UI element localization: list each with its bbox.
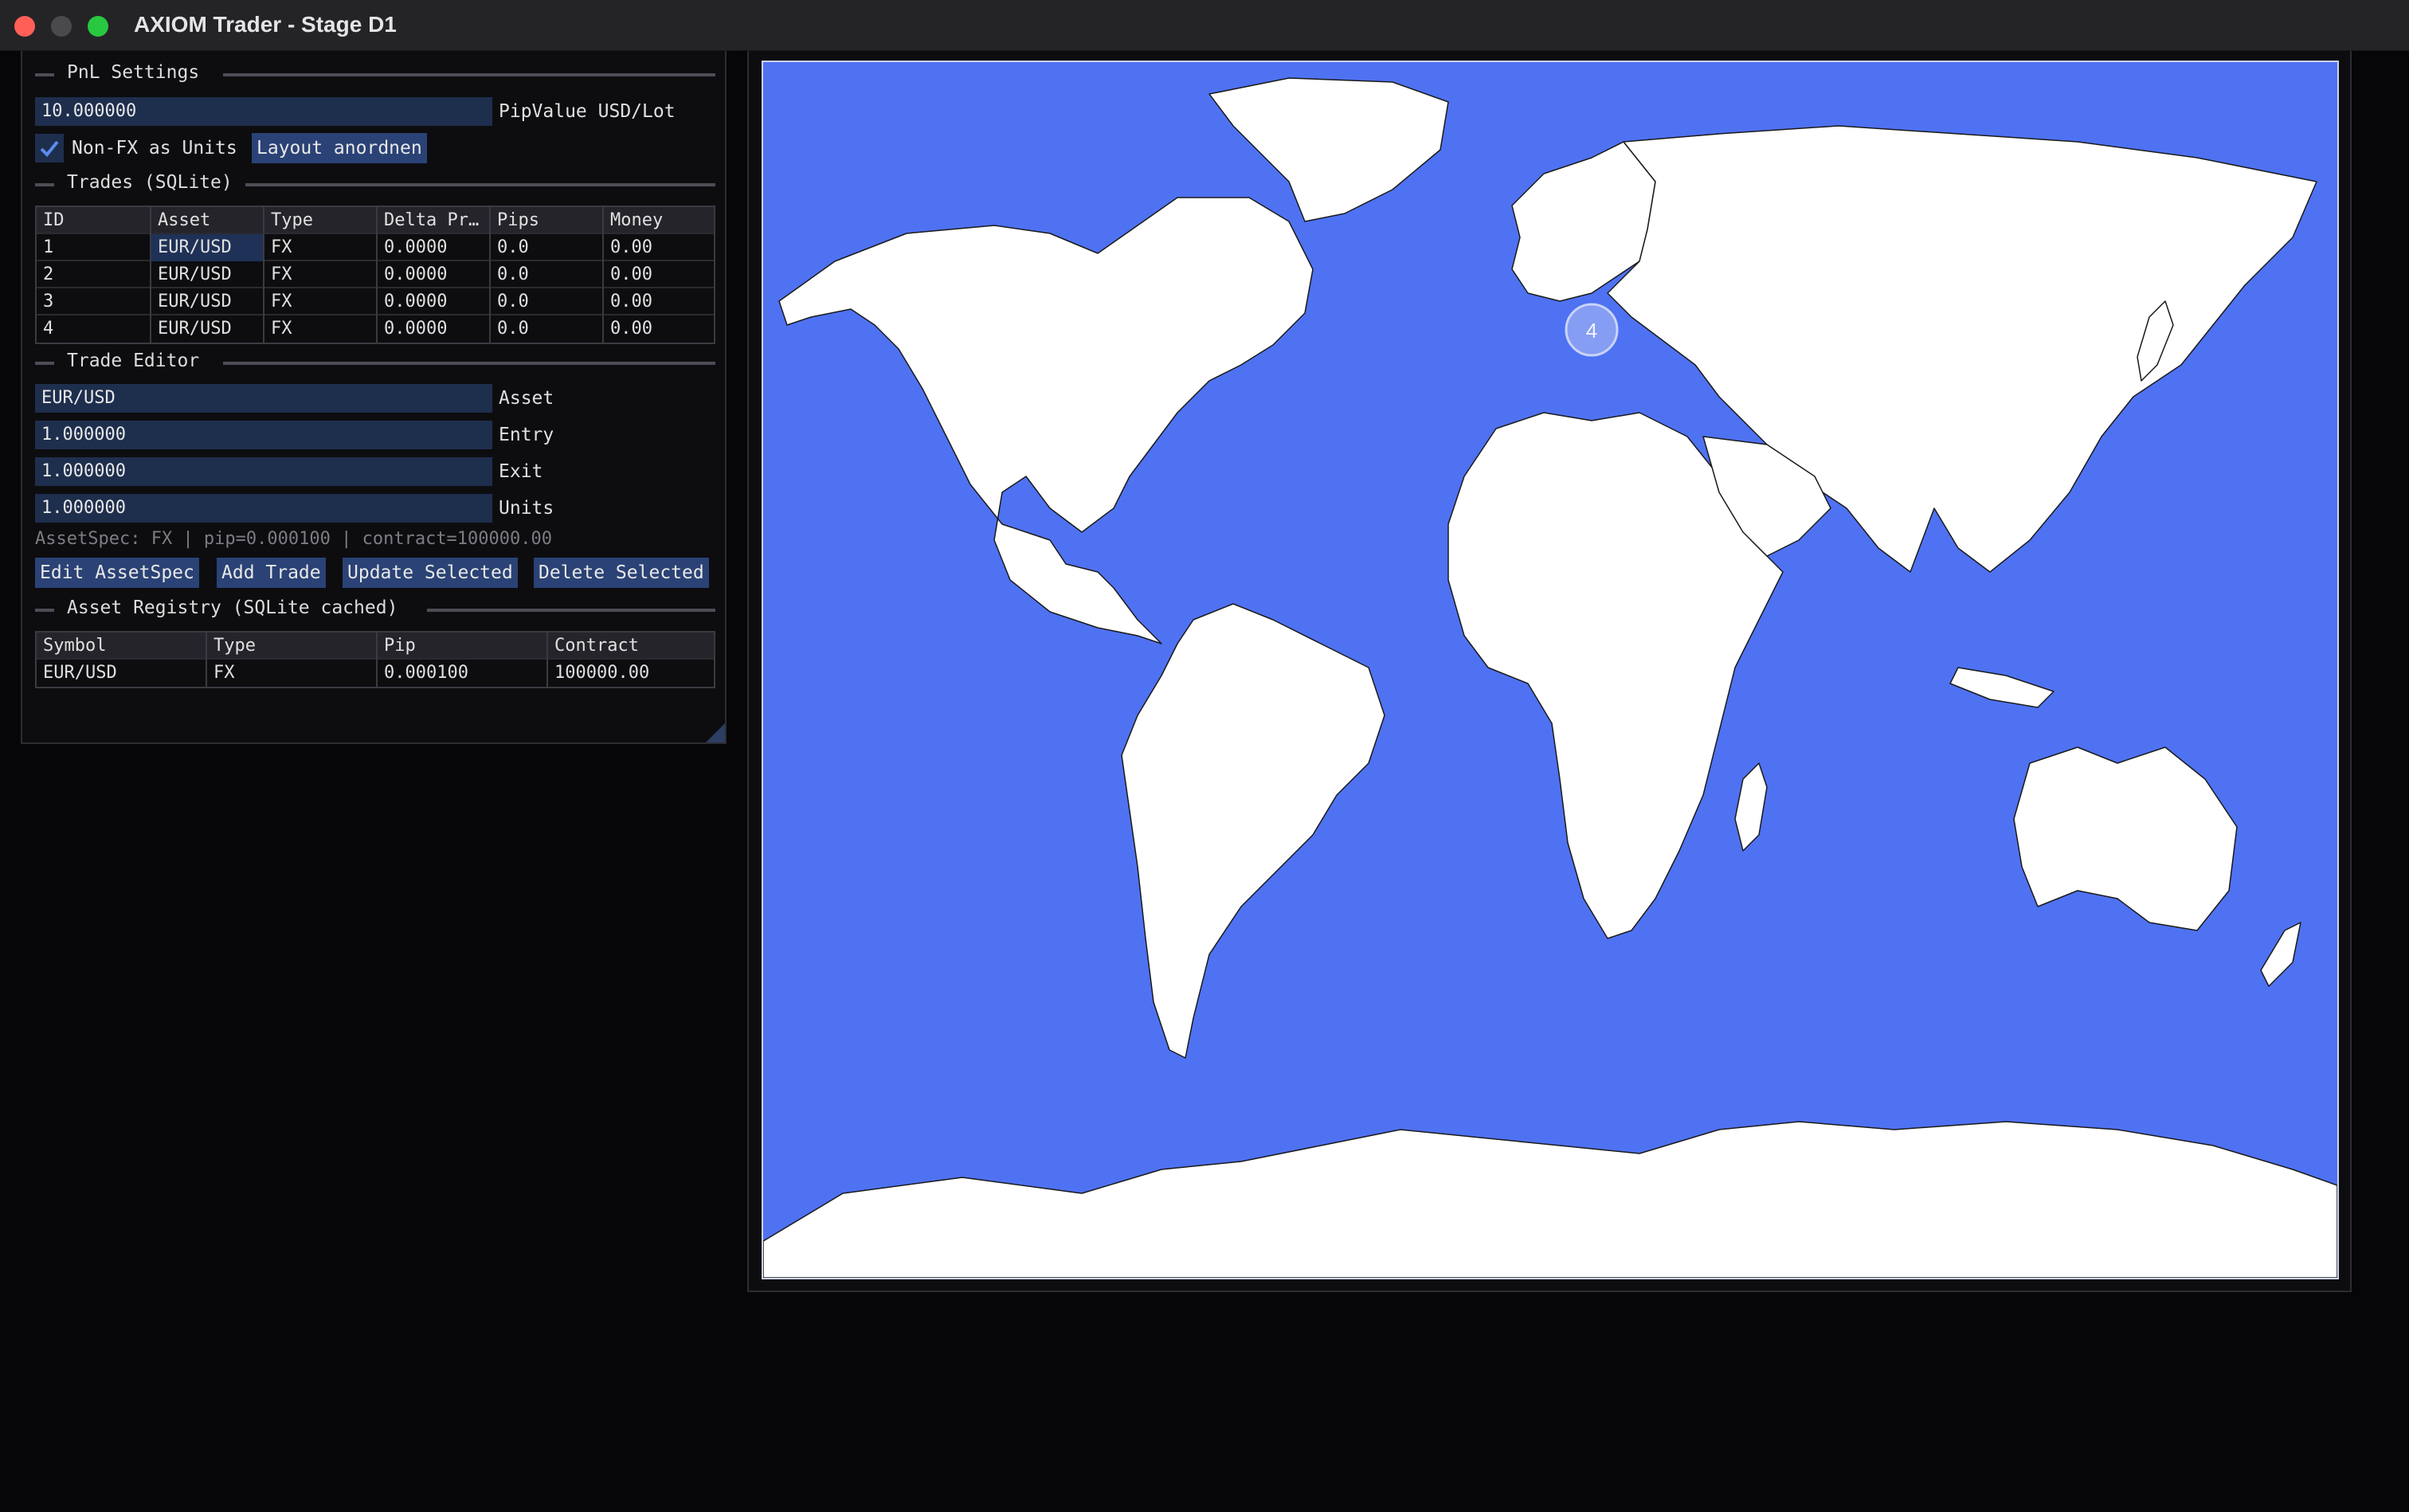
- table-row[interactable]: 1 EUR/USD FX 0.0000 0.0 0.00: [37, 234, 714, 261]
- trade-id[interactable]: 1: [37, 234, 151, 261]
- trade-type[interactable]: FX: [264, 234, 378, 261]
- registry-contract[interactable]: 100000.00: [548, 660, 714, 687]
- trade-type[interactable]: FX: [264, 288, 378, 315]
- trade-type[interactable]: FX: [264, 315, 378, 343]
- asset-registry-header: Asset Registry (SQLite cached): [35, 597, 715, 621]
- minimize-window-button[interactable]: [51, 16, 72, 37]
- trades-table: ID Asset Type Delta Pr… Pips Money 1 EUR…: [35, 206, 715, 344]
- trading-panel: PnL Settings 10.000000 PipValue USD/Lot …: [21, 51, 727, 744]
- trade-delta-price[interactable]: 0.0000: [378, 234, 491, 261]
- trade-id[interactable]: 2: [37, 261, 151, 288]
- add-trade-button[interactable]: Add Trade: [217, 558, 326, 588]
- col-contract[interactable]: Contract: [548, 633, 714, 660]
- asset-registry-table: Symbol Type Pip Contract EUR/USD FX 0.00…: [35, 631, 715, 688]
- zoom-window-button[interactable]: [88, 16, 108, 37]
- entry-input[interactable]: 1.000000: [35, 421, 492, 449]
- col-pip[interactable]: Pip: [378, 633, 548, 660]
- asset-registry-title: Asset Registry (SQLite cached): [67, 597, 398, 618]
- units-input[interactable]: 1.000000: [35, 494, 492, 523]
- trade-asset[interactable]: EUR/USD: [151, 315, 264, 343]
- trades-table-header: ID Asset Type Delta Pr… Pips Money: [37, 207, 714, 234]
- trades-header: Trades (SQLite): [35, 172, 715, 196]
- trade-editor-title: Trade Editor: [67, 351, 200, 371]
- world-map[interactable]: 4: [762, 61, 2339, 1279]
- trade-id[interactable]: 3: [37, 288, 151, 315]
- map-window: 4: [747, 51, 2352, 1292]
- trade-id[interactable]: 4: [37, 315, 151, 343]
- col-delta-price[interactable]: Delta Pr…: [378, 207, 491, 234]
- entry-label: Entry: [499, 425, 554, 445]
- trade-asset[interactable]: EUR/USD: [151, 288, 264, 315]
- trade-asset[interactable]: EUR/USD: [151, 261, 264, 288]
- update-selected-button[interactable]: Update Selected: [343, 558, 518, 588]
- registry-table-header: Symbol Type Pip Contract: [37, 633, 714, 660]
- trades-title: Trades (SQLite): [67, 172, 233, 193]
- world-map-svg[interactable]: 4: [763, 62, 2337, 1278]
- trade-delta-price[interactable]: 0.0000: [378, 261, 491, 288]
- trade-cluster-count: 4: [1586, 319, 1597, 343]
- pnl-settings-title: PnL Settings: [67, 62, 200, 83]
- trade-delta-price[interactable]: 0.0000: [378, 288, 491, 315]
- trade-money[interactable]: 0.00: [604, 315, 714, 343]
- trade-money[interactable]: 0.00: [604, 261, 714, 288]
- panel-resize-grip[interactable]: [706, 723, 725, 742]
- trade-type[interactable]: FX: [264, 261, 378, 288]
- trade-pips[interactable]: 0.0: [491, 261, 604, 288]
- nonfx-units-checkbox[interactable]: [35, 134, 64, 163]
- asset-input[interactable]: EUR/USD: [35, 384, 492, 413]
- table-row[interactable]: 2 EUR/USD FX 0.0000 0.0 0.00: [37, 261, 714, 288]
- pnl-settings-header: PnL Settings: [35, 62, 715, 86]
- title-bar: AXIOM Trader - Stage D1: [0, 0, 2409, 51]
- trade-editor-header: Trade Editor: [35, 351, 715, 374]
- col-symbol[interactable]: Symbol: [37, 633, 207, 660]
- pip-value-input[interactable]: 10.000000: [35, 97, 492, 126]
- checkmark-icon: [40, 140, 59, 157]
- col-asset[interactable]: Asset: [151, 207, 264, 234]
- trade-pips[interactable]: 0.0: [491, 315, 604, 343]
- asset-label: Asset: [499, 388, 554, 409]
- exit-input[interactable]: 1.000000: [35, 457, 492, 486]
- window-title: AXIOM Trader - Stage D1: [134, 12, 397, 37]
- trade-money[interactable]: 0.00: [604, 288, 714, 315]
- col-pips[interactable]: Pips: [491, 207, 604, 234]
- trade-cluster-marker[interactable]: 4: [1565, 303, 1619, 357]
- col-money[interactable]: Money: [604, 207, 714, 234]
- asset-spec-info: AssetSpec: FX | pip=0.000100 | contract=…: [35, 529, 553, 549]
- trade-money[interactable]: 0.00: [604, 234, 714, 261]
- edit-assetspec-button[interactable]: Edit AssetSpec: [35, 558, 199, 588]
- col-type[interactable]: Type: [264, 207, 378, 234]
- registry-symbol[interactable]: EUR/USD: [37, 660, 207, 687]
- table-row[interactable]: 3 EUR/USD FX 0.0000 0.0 0.00: [37, 288, 714, 315]
- units-label: Units: [499, 498, 554, 519]
- col-id[interactable]: ID: [37, 207, 151, 234]
- trade-pips[interactable]: 0.0: [491, 288, 604, 315]
- nonfx-units-label: Non-FX as Units: [72, 138, 237, 159]
- trade-delta-price[interactable]: 0.0000: [378, 315, 491, 343]
- registry-type[interactable]: FX: [207, 660, 378, 687]
- trade-pips[interactable]: 0.0: [491, 234, 604, 261]
- table-row[interactable]: 4 EUR/USD FX 0.0000 0.0 0.00: [37, 315, 714, 343]
- close-window-button[interactable]: [14, 16, 35, 37]
- layout-arrange-button[interactable]: Layout anordnen: [252, 133, 427, 163]
- exit-label: Exit: [499, 461, 543, 482]
- delete-selected-button[interactable]: Delete Selected: [534, 558, 709, 588]
- col-type[interactable]: Type: [207, 633, 378, 660]
- pip-value-label: PipValue USD/Lot: [499, 101, 676, 122]
- registry-pip[interactable]: 0.000100: [378, 660, 548, 687]
- table-row[interactable]: EUR/USD FX 0.000100 100000.00: [37, 660, 714, 687]
- trade-asset[interactable]: EUR/USD: [151, 234, 264, 261]
